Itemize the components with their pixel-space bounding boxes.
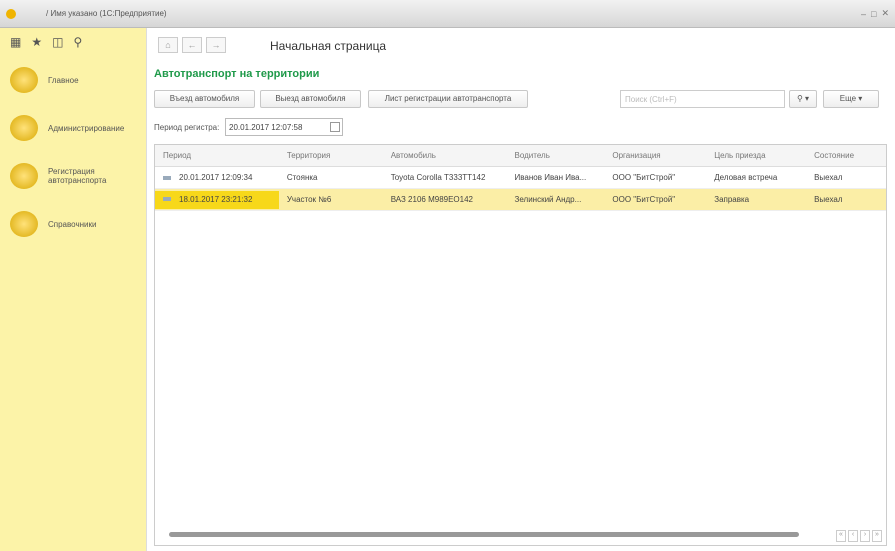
close-icon[interactable]: ✕ [881,8,889,19]
sidebar-item-admin[interactable]: Администрирование [0,104,146,152]
cell: Участок №6 [286,195,332,204]
main-area: ⌂ ← → Начальная страница Автотранспорт н… [148,28,895,551]
table-row[interactable]: 20.01.2017 12:09:34 Стоянка Toyota Corol… [155,167,886,189]
cell: Заправка [714,195,750,204]
page-title: Начальная страница [270,39,387,53]
table-header: Период Территория Автомобиль Водитель Ор… [155,145,886,167]
maximize-icon[interactable]: □ [871,9,876,19]
app-logo-icon [6,8,16,19]
cell: Выехал [814,173,843,182]
calendar-icon[interactable] [330,122,340,132]
period-input[interactable]: 20.01.2017 12:07:58 [225,118,343,136]
column-header[interactable]: Организация [604,151,706,160]
search-icon[interactable]: ⚲ [73,35,82,49]
sidebar-item-registration[interactable]: Регистрация автотранспорта [0,152,146,200]
main-section-icon [10,67,38,93]
vehicle-entry-button[interactable]: Въезд автомобиля [154,90,255,108]
home-button[interactable]: ⌂ [158,37,178,53]
cell: Иванов Иван Ива... [514,173,587,182]
more-button[interactable]: Еще ▾ [823,90,879,108]
cell: Выехал [814,195,843,204]
record-icon [163,175,171,180]
period-value: 20.01.2017 12:07:58 [229,123,303,132]
cell: Деловая встреча [714,173,778,182]
cell: Стоянка [286,173,318,182]
prev-page-button[interactable]: ‹ [848,530,858,542]
menu-grid-icon[interactable]: ▦ [10,35,21,49]
forward-button[interactable]: → [206,37,226,53]
first-page-button[interactable]: « [836,530,846,542]
column-header[interactable]: Территория [279,151,383,160]
column-header[interactable]: Водитель [507,151,605,160]
sidebar-item-label: Регистрация автотранспорта [48,167,107,185]
record-icon [163,197,171,202]
sidebar-item-main[interactable]: Главное [0,56,146,104]
search-input[interactable]: Поиск (Ctrl+F) [620,90,785,108]
sidebar-item-label: Главное [48,75,79,85]
cell: 20.01.2017 12:09:34 [179,173,253,182]
horizontal-scrollbar[interactable] [169,532,799,537]
cell: ООО "БитСтрой" [612,173,676,182]
cell: Зелинский Андр... [514,195,582,204]
sidebar: ▦ ★ ◫ ⚲ Главное Администрирование Регист… [0,28,147,551]
cell: Toyota Corolla Т333ТТ142 [390,173,486,182]
catalogs-section-icon [10,211,38,237]
search-button[interactable]: ⚲ ▾ [789,90,817,108]
column-header[interactable]: Автомобиль [383,151,507,160]
form-title: Автотранспорт на территории [154,68,320,80]
registration-section-icon [10,163,38,189]
column-header[interactable]: Период [155,151,279,160]
period-label: Период регистра: [154,123,220,132]
more-label: Еще [839,94,857,103]
table-pager: « ‹ › » [836,530,882,542]
cell: 18.01.2017 23:21:32 [179,194,253,204]
table-row-selected[interactable]: 18.01.2017 23:21:32 Участок №6 ВАЗ 2106 … [155,189,886,211]
next-page-button[interactable]: › [860,530,870,542]
registry-table: Период Территория Автомобиль Водитель Ор… [154,144,887,546]
cell: ООО "БитСтрой" [612,195,676,204]
back-button[interactable]: ← [182,37,202,53]
window-title: / Имя указано (1С:Предприятие) [46,9,167,18]
favorites-star-icon[interactable]: ★ [31,35,42,49]
registration-sheet-button[interactable]: Лист регистрации автотранспорта [368,90,528,108]
history-icon[interactable]: ◫ [52,35,63,49]
admin-section-icon [10,115,38,141]
last-page-button[interactable]: » [872,530,882,542]
sidebar-item-label: Администрирование [48,123,125,133]
column-header[interactable]: Состояние [806,151,886,160]
column-header[interactable]: Цель приезда [706,151,806,160]
vehicle-exit-button[interactable]: Выезд автомобиля [260,90,361,108]
sidebar-item-label: Справочники [48,219,97,229]
title-bar: / Имя указано (1С:Предприятие) – □ ✕ [0,0,895,28]
minimize-icon[interactable]: – [861,9,866,19]
sidebar-item-catalogs[interactable]: Справочники [0,200,146,248]
cell: ВАЗ 2106 М989ЕО142 [390,195,473,204]
